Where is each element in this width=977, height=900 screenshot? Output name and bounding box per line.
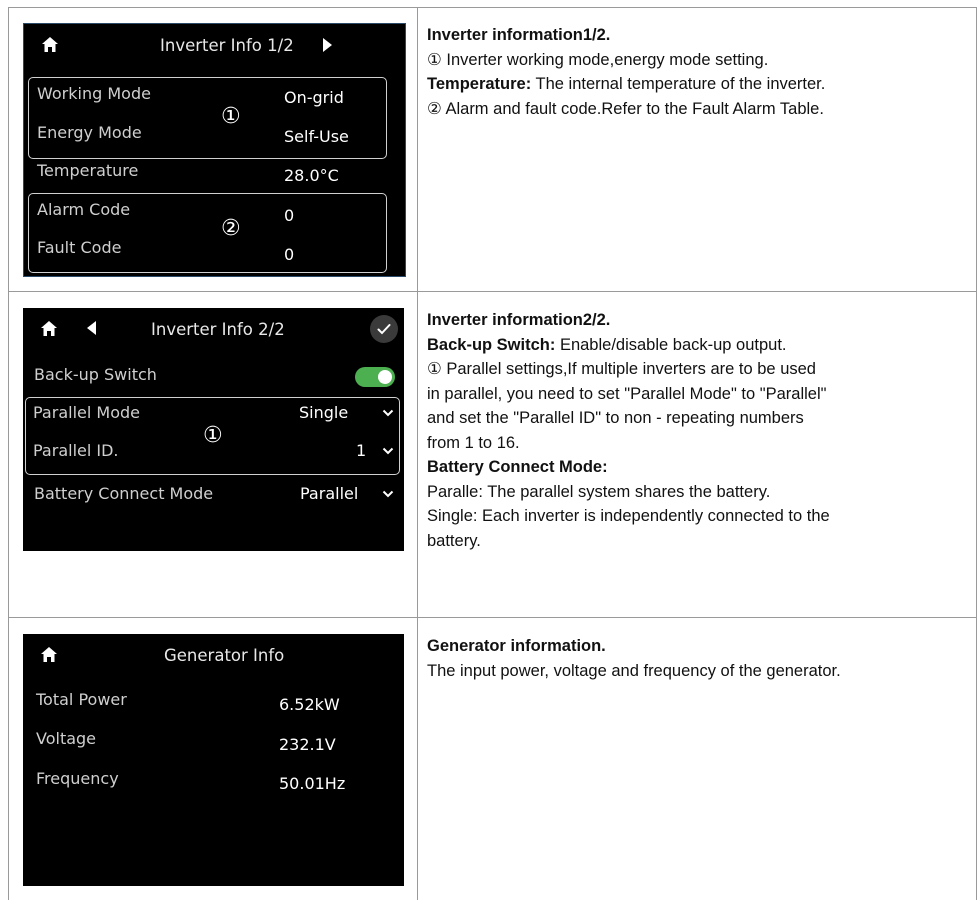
alarm-code-value: 0 xyxy=(284,206,295,225)
parallel-id-value[interactable]: 1 xyxy=(356,441,366,460)
screen-title: Inverter Info 2/2 xyxy=(151,320,285,339)
energy-mode-value: Self-Use xyxy=(284,127,349,146)
desc-line: Temperature: The internal temperature of… xyxy=(427,72,975,97)
desc-line: battery. xyxy=(427,531,481,550)
parallel-id-label: Parallel ID. xyxy=(33,441,119,460)
voltage-label: Voltage xyxy=(36,729,97,748)
battery-connect-mode-label: Battery Connect Mode xyxy=(34,484,214,503)
desc-heading: Inverter information1/2. xyxy=(427,26,611,44)
check-icon xyxy=(377,324,391,335)
working-mode-value: On-grid xyxy=(284,88,344,107)
frequency-label: Frequency xyxy=(36,769,119,788)
chevron-down-icon[interactable] xyxy=(382,490,394,498)
screen-title: Generator Info xyxy=(164,646,285,665)
generator-info-screen: Generator Info Total Power 6.52kW Voltag… xyxy=(23,634,404,886)
desc-heading: Generator information. xyxy=(427,637,606,655)
table-border-left xyxy=(8,7,9,900)
desc-term: Temperature: xyxy=(427,75,532,93)
chevron-down-icon[interactable] xyxy=(382,447,394,455)
marker-2: ② xyxy=(221,216,241,241)
inverter-info-1-description: Inverter information1/2. ① Inverter work… xyxy=(427,23,975,121)
table-border-top xyxy=(8,7,977,8)
inverter-info-2-description: Inverter information2/2. Back-up Switch:… xyxy=(427,308,975,553)
desc-line: Back-up Switch: Enable/disable back-up o… xyxy=(427,333,975,358)
desc-text: Enable/disable back-up output. xyxy=(555,335,787,354)
screen-title: Inverter Info 1/2 xyxy=(160,36,294,55)
desc-line: Single: Each inverter is independently c… xyxy=(427,507,830,525)
total-power-value: 6.52kW xyxy=(279,695,340,714)
desc-text: The internal temperature of the inverter… xyxy=(531,75,826,93)
fault-code-value: 0 xyxy=(284,245,295,264)
parallel-mode-label: Parallel Mode xyxy=(33,403,140,422)
desc-heading: Inverter information2/2. xyxy=(427,311,611,329)
desc-line: and set the "Parallel ID" to non - repea… xyxy=(427,409,804,427)
desc-term: Battery Connect Mode: xyxy=(427,458,608,476)
home-icon[interactable] xyxy=(40,646,58,663)
inverter-info-2-screen: Inverter Info 2/2 Back-up Switch Paralle… xyxy=(23,308,404,551)
marker-1: ① xyxy=(203,423,223,448)
battery-connect-mode-value[interactable]: Parallel xyxy=(300,484,358,503)
inverter-info-1-screen: Inverter Info 1/2 Working Mode On-grid ①… xyxy=(23,23,406,277)
column-divider xyxy=(417,7,418,900)
parallel-mode-value[interactable]: Single xyxy=(299,403,348,422)
desc-line: ② Alarm and fault code.Refer to the Faul… xyxy=(427,99,824,118)
total-power-label: Total Power xyxy=(36,690,127,709)
desc-term: Back-up Switch: xyxy=(427,335,556,354)
temperature-value: 28.0°C xyxy=(284,166,339,185)
desc-line: Paralle: The parallel system shares the … xyxy=(427,482,771,501)
alarm-code-label: Alarm Code xyxy=(37,200,131,219)
generator-info-description: Generator information. The input power, … xyxy=(427,634,975,683)
desc-line: ① Inverter working mode,energy mode sett… xyxy=(427,50,769,69)
voltage-value: 232.1V xyxy=(279,735,336,754)
working-mode-label: Working Mode xyxy=(37,84,151,103)
chevron-down-icon[interactable] xyxy=(382,409,394,417)
desc-line: ① Parallel settings,If multiple inverter… xyxy=(427,360,816,378)
row-divider xyxy=(8,291,977,292)
row-divider xyxy=(8,617,977,618)
desc-line: from 1 to 16. xyxy=(427,433,520,452)
backup-switch-label: Back-up Switch xyxy=(34,365,157,384)
desc-line: in parallel, you need to set "Parallel M… xyxy=(427,384,827,403)
fault-code-label: Fault Code xyxy=(37,238,122,257)
temperature-label: Temperature xyxy=(37,161,139,180)
marker-1: ① xyxy=(221,104,241,129)
home-icon[interactable] xyxy=(40,320,58,337)
home-icon[interactable] xyxy=(41,36,59,53)
confirm-button[interactable] xyxy=(370,315,398,343)
energy-mode-label: Energy Mode xyxy=(37,123,142,142)
triangle-right-icon[interactable] xyxy=(322,37,333,53)
desc-line: The input power, voltage and frequency o… xyxy=(427,661,841,680)
triangle-left-icon[interactable] xyxy=(86,320,97,336)
frequency-value: 50.01Hz xyxy=(279,774,346,793)
backup-switch-toggle[interactable] xyxy=(355,367,395,387)
